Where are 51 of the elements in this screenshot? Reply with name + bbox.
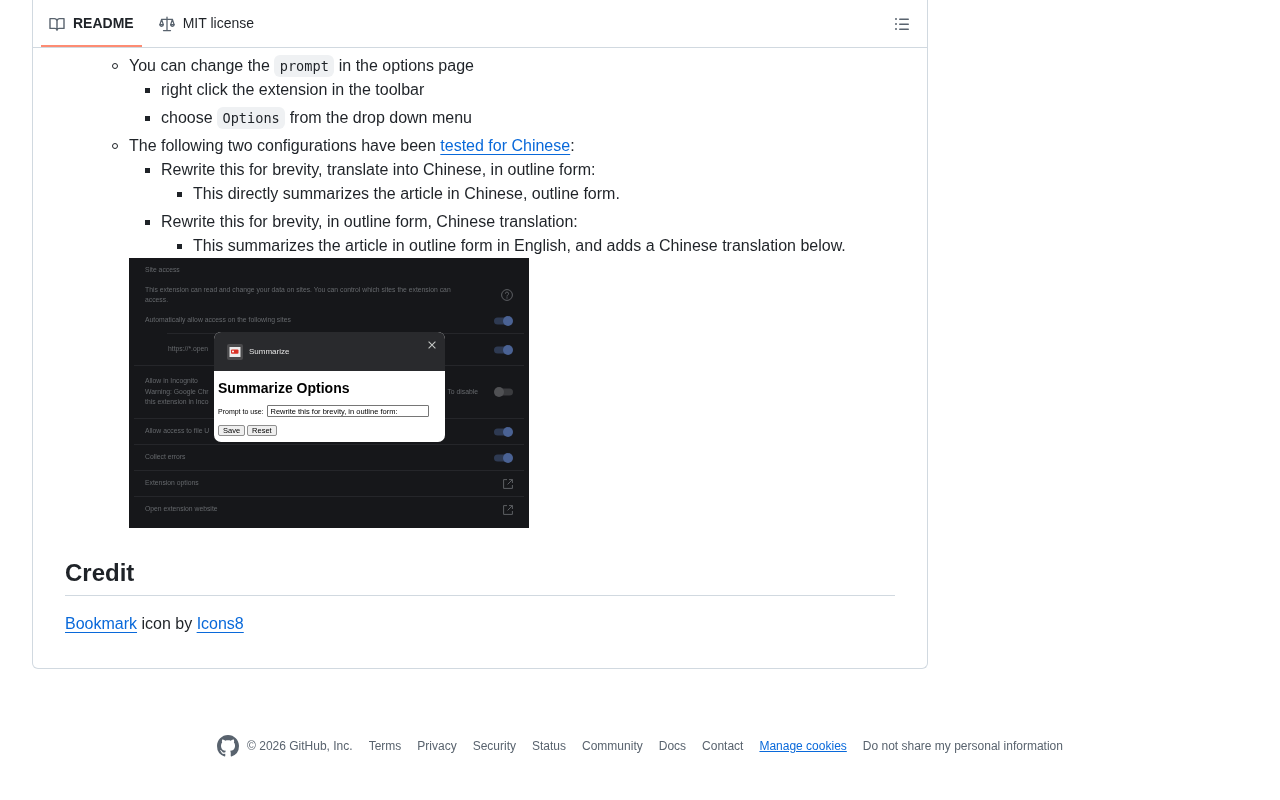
footer-link[interactable]: Community xyxy=(582,737,643,755)
toggle-switch[interactable] xyxy=(494,344,513,355)
text-link[interactable]: tested for Chinese xyxy=(440,137,571,154)
square-bullet-icon xyxy=(177,244,182,249)
copyright-text: © 2026 GitHub, Inc. xyxy=(247,738,353,755)
scale-icon xyxy=(158,15,175,32)
list-item-text: choose Options from the drop down menu xyxy=(161,106,895,130)
toggle-switch[interactable] xyxy=(494,452,513,463)
footer-link[interactable]: Manage cookies xyxy=(759,737,847,755)
credit-text: Bookmark icon by Icons8 xyxy=(65,614,245,634)
dialog-heading: Summarize Options xyxy=(218,380,350,396)
footer-link[interactable]: Terms xyxy=(368,737,402,755)
toggle-switch[interactable] xyxy=(494,426,513,437)
list-item-text: You can change the prompt in the options page xyxy=(129,54,895,78)
section-heading: Credit xyxy=(65,558,895,596)
list-item-text: This summarizes the article in outline form in English, and adds a Chinese translation below. xyxy=(193,236,847,256)
logo-icon[interactable] xyxy=(217,735,240,757)
toggle-switch[interactable] xyxy=(494,387,513,397)
square-bullet-icon xyxy=(145,168,150,173)
list-icon[interactable] xyxy=(895,17,909,30)
footer-link[interactable]: Privacy xyxy=(417,737,457,755)
footer-link[interactable]: Docs xyxy=(658,737,687,755)
help-icon[interactable] xyxy=(501,289,513,301)
list-item-text: right click the extension in the toolbar xyxy=(161,80,426,100)
square-bullet-icon xyxy=(177,192,182,197)
extension-icon xyxy=(227,343,243,360)
circle-bullet-icon xyxy=(112,143,118,149)
footer-link[interactable]: Do not share my personal information xyxy=(862,737,1063,755)
inline-code: prompt xyxy=(274,55,335,77)
circle-bullet-icon xyxy=(112,63,118,69)
list-item-text: This directly summarizes the article in Chinese, outline form. xyxy=(193,184,621,204)
footer-link[interactable]: Status xyxy=(532,737,567,755)
close-icon[interactable] xyxy=(428,341,436,349)
square-bullet-icon xyxy=(145,88,150,93)
list-item-text: The following two configurations have been tested for Chinese: xyxy=(129,136,576,156)
square-bullet-icon xyxy=(145,220,150,225)
dialog-title: Summarize xyxy=(249,346,290,357)
inline-code: Options xyxy=(217,107,286,129)
list-item-text: Rewrite this for brevity, in outline form, Chinese translation: xyxy=(161,212,579,232)
list-item-text: Rewrite this for brevity, translate into Chinese, in outline form: xyxy=(161,160,597,180)
tab[interactable]: README xyxy=(41,0,142,47)
toggle-switch[interactable] xyxy=(494,315,513,326)
text-link[interactable]: Icons8 xyxy=(196,615,244,632)
text-link[interactable]: Bookmark xyxy=(65,615,138,632)
external-link-icon[interactable] xyxy=(503,478,513,489)
external-link-icon[interactable] xyxy=(503,504,513,515)
tab[interactable]: MIT license xyxy=(150,0,262,47)
footer-link[interactable]: Security xyxy=(472,737,516,755)
square-bullet-icon xyxy=(145,116,150,121)
book-icon xyxy=(49,15,65,32)
footer-link[interactable]: Contact xyxy=(702,737,744,755)
